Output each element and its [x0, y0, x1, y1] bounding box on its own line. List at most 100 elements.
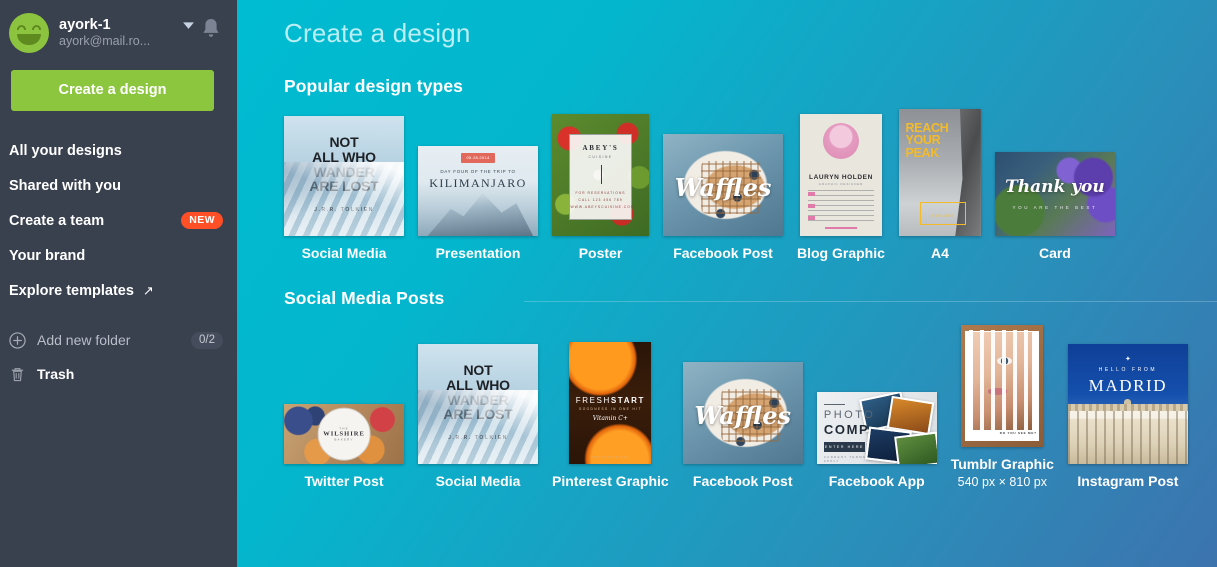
design-card-blog-graphic[interactable]: LAURYN HOLDEN GRAPHIC DESIGNER Blog Grap…	[797, 114, 885, 261]
artwork-title: KILIMANJARO	[418, 176, 538, 191]
add-new-folder-button[interactable]: Add new folder 0/2	[0, 323, 237, 357]
design-type-row: NOT ALL WHO WANDER ARE LOST J.R.R. TOLKI…	[284, 109, 1217, 261]
sidebar-item-all-your-designs[interactable]: All your designs	[0, 133, 237, 168]
artwork-rule	[824, 404, 845, 405]
design-card-tumblr-graphic[interactable]: DO YOU SEE ME? Tumblr Graphic 540 px × 8…	[951, 325, 1054, 489]
design-card-social-media[interactable]: NOT ALL WHO WANDER ARE LOST J.R.R. TOLKI…	[284, 116, 404, 261]
thumbnail-instagram-post[interactable]: ✦ HELLO FROM MADRID	[1068, 344, 1188, 464]
artwork-building	[1068, 411, 1188, 464]
card-label: A4	[931, 245, 949, 261]
design-card-poster[interactable]: ABEY'S CUISINE FOR RESERVATIONS CALL 123…	[552, 114, 649, 261]
artwork-seal: THE WILSHIRE BAKERY	[318, 408, 371, 461]
artwork-sub: GOODNESS IN ONE HIT	[569, 407, 651, 411]
create-a-design-button[interactable]: Create a design	[11, 70, 214, 111]
thumbnail-presentation[interactable]: 05.28.2014 DAY FOUR OF THE TRIP TO KILIM…	[418, 146, 538, 236]
artwork-date-tag: 05.28.2014	[461, 153, 495, 163]
artwork-script: Vitamin C+	[569, 415, 651, 422]
artwork-role: GRAPHIC DESIGNER	[800, 182, 882, 186]
artwork-quote: NOT ALL WHO WANDER ARE LOST	[284, 135, 404, 194]
artwork-eyebrow: HELLO FROM	[1068, 367, 1188, 373]
sidebar-item-label: Your brand	[9, 248, 85, 264]
thumbnail-facebook-app[interactable]: PHOTO COMP ENTER HERE CURRENT TERMS APPL…	[817, 392, 937, 464]
artwork-title: MADRID	[1068, 376, 1188, 396]
section-divider	[524, 301, 1217, 302]
artwork-badge: EXPLORE	[920, 202, 966, 225]
artwork-sub: YOU ARE THE BEST	[995, 205, 1115, 210]
card-label: Poster	[579, 245, 623, 261]
design-card-a4[interactable]: REACH YOUR PEAK EXPLORE A4	[899, 109, 981, 261]
arrow-up-right-icon: ↗	[143, 283, 154, 299]
artwork-portrait	[823, 123, 859, 159]
add-new-folder-label: Add new folder	[37, 332, 130, 348]
card-label: Facebook App	[829, 473, 925, 489]
design-type-row: THE WILSHIRE BAKERY Twitter Post NOT ALL…	[284, 325, 1217, 489]
chevron-down-icon[interactable]	[182, 18, 195, 31]
artwork-roof	[1068, 404, 1188, 411]
design-card-facebook-post-2[interactable]: Waffles Facebook Post	[683, 362, 803, 489]
thumbnail-a4[interactable]: REACH YOUR PEAK EXPLORE	[899, 109, 981, 236]
card-label: Facebook Post	[673, 245, 773, 261]
section-social-media-posts: Social Media Posts THE WILSHIRE BAKERY T…	[237, 288, 1217, 489]
artwork-eyebrow: DAY FOUR OF THE TRIP TO	[418, 169, 538, 174]
artwork-seal-sub: BAKERY	[334, 437, 353, 441]
account-row[interactable]: ayork-1 ayork@mail.ro...	[0, 0, 237, 56]
artwork-script: Waffles	[663, 173, 783, 202]
page-title: Create a design	[237, 0, 1217, 49]
artwork-caption: DO YOU SEE ME?	[1000, 431, 1037, 435]
artwork-footer: VITAMINDESIGNS	[569, 456, 651, 459]
artwork-footer: CURRENT TERMS APPLY	[824, 455, 877, 463]
new-badge: NEW	[181, 212, 223, 229]
artwork-photo-4	[894, 431, 937, 464]
artwork-seal-brand: WILSHIRE	[323, 430, 365, 437]
design-card-card[interactable]: Thank you YOU ARE THE BEST Card	[995, 152, 1115, 261]
artwork-quote: NOT ALL WHO WANDER ARE LOST	[418, 363, 538, 422]
artwork-badge-label: EXPLORE	[921, 214, 965, 218]
artwork-text-lines	[808, 190, 874, 222]
thumbnail-poster[interactable]: ABEY'S CUISINE FOR RESERVATIONS CALL 123…	[552, 114, 649, 236]
thumbnail-twitter-post[interactable]: THE WILSHIRE BAKERY	[284, 404, 404, 464]
artwork-strips	[969, 330, 1035, 433]
folder-count-badge: 0/2	[191, 332, 223, 349]
artwork-script: Thank you	[995, 177, 1115, 197]
card-dimensions: 540 px × 810 px	[958, 475, 1047, 489]
nav-separator	[0, 308, 237, 323]
sidebar-item-label: Shared with you	[9, 178, 121, 194]
thumbnail-facebook-post[interactable]: Waffles	[663, 134, 783, 236]
thumbnail-blog-graphic[interactable]: LAURYN HOLDEN GRAPHIC DESIGNER	[800, 114, 882, 236]
artwork-headline: FRESHSTART	[569, 396, 651, 405]
design-card-facebook-post[interactable]: Waffles Facebook Post	[663, 134, 783, 261]
design-card-instagram-post[interactable]: ✦ HELLO FROM MADRID Instagram Post	[1068, 344, 1188, 489]
thumbnail-pinterest-graphic[interactable]: FRESHSTART GOODNESS IN ONE HIT Vitamin C…	[569, 342, 651, 464]
artwork-brand: ABEY'S	[570, 144, 630, 152]
artwork-bullets	[808, 192, 815, 221]
card-label: Social Media	[436, 473, 521, 489]
notification-bell-icon[interactable]	[201, 17, 221, 39]
design-card-pinterest-graphic[interactable]: FRESHSTART GOODNESS IN ONE HIT Vitamin C…	[552, 342, 669, 489]
artwork-rule	[601, 165, 602, 184]
avatar-eye-left	[17, 25, 26, 30]
sidebar-item-create-a-team[interactable]: Create a team NEW	[0, 203, 237, 238]
artwork-text-block: PHOTO COMP ENTER HERE CURRENT TERMS APPL…	[824, 404, 877, 464]
avatar-mouth	[17, 34, 41, 45]
thumbnail-social-media-2[interactable]: NOT ALL WHO WANDER ARE LOST J.R.R. TOLKI…	[418, 344, 538, 464]
sidebar-item-trash[interactable]: Trash	[0, 357, 237, 391]
thumbnail-social-media[interactable]: NOT ALL WHO WANDER ARE LOST J.R.R. TOLKI…	[284, 116, 404, 236]
design-card-facebook-app[interactable]: PHOTO COMP ENTER HERE CURRENT TERMS APPL…	[817, 392, 937, 489]
card-label: Presentation	[436, 245, 521, 261]
thumbnail-card[interactable]: Thank you YOU ARE THE BEST	[995, 152, 1115, 236]
sidebar-item-shared-with-you[interactable]: Shared with you	[0, 168, 237, 203]
card-label: Pinterest Graphic	[552, 473, 669, 489]
sidebar-item-your-brand[interactable]: Your brand	[0, 238, 237, 273]
artwork-footer: FOR RESERVATIONS CALL 123 456 789 WWW.AB…	[570, 190, 630, 210]
design-card-social-media-2[interactable]: NOT ALL WHO WANDER ARE LOST J.R.R. TOLKI…	[418, 344, 538, 489]
thumbnail-facebook-post-2[interactable]: Waffles	[683, 362, 803, 464]
trash-label: Trash	[37, 366, 74, 382]
design-card-presentation[interactable]: 05.28.2014 DAY FOUR OF THE TRIP TO KILIM…	[418, 146, 538, 261]
account-text: ayork-1 ayork@mail.ro...	[59, 16, 180, 50]
design-card-twitter-post[interactable]: THE WILSHIRE BAKERY Twitter Post	[284, 404, 404, 489]
smiley-avatar[interactable]	[9, 13, 49, 53]
artwork-cta: ENTER HERE	[824, 442, 865, 452]
thumbnail-tumblr-graphic[interactable]: DO YOU SEE ME?	[961, 325, 1043, 447]
account-name: ayork-1	[59, 16, 180, 34]
sidebar-item-explore-templates[interactable]: Explore templates ↗	[0, 273, 237, 308]
